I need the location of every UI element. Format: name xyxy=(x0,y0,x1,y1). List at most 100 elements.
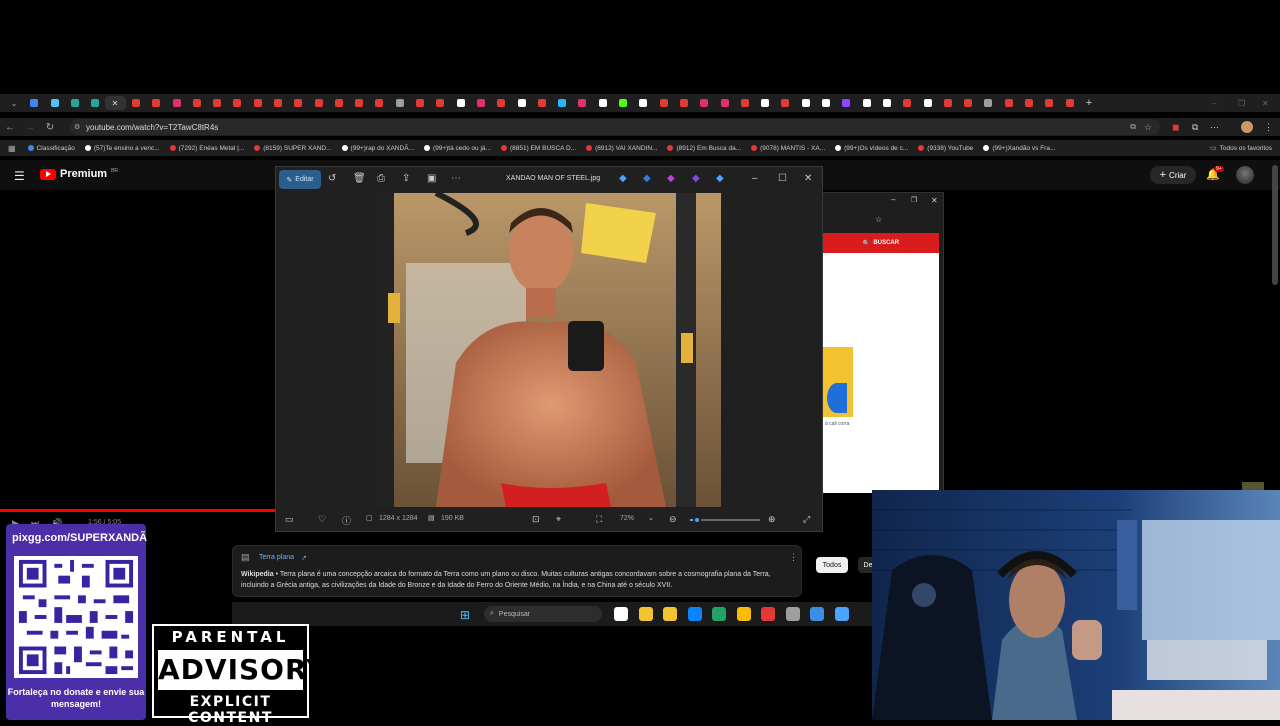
close-icon[interactable]: ✕ xyxy=(804,173,812,184)
browser-tab[interactable] xyxy=(268,96,288,110)
bookmark-item[interactable]: (8851) EM BUSCA D... xyxy=(500,145,576,152)
taskbar-app-icon[interactable] xyxy=(834,607,849,621)
taskbar-app-icon[interactable] xyxy=(736,607,751,621)
browser-tab[interactable] xyxy=(410,96,430,110)
app-icon[interactable]: ◆ xyxy=(716,173,724,184)
app-icon[interactable]: ◆ xyxy=(667,173,675,184)
taskbar-app-icon[interactable] xyxy=(638,607,653,621)
crop-icon[interactable]: ⊡ xyxy=(532,514,540,525)
taskbar-app-icon[interactable] xyxy=(810,607,824,621)
browser-tab[interactable] xyxy=(958,96,978,110)
bookmark-item[interactable]: (8159) SUPER XAND... xyxy=(254,145,332,152)
delete-icon[interactable]: 🗑 xyxy=(353,173,366,184)
browser-tab[interactable] xyxy=(999,96,1019,110)
bookmark-item[interactable]: Classificação xyxy=(27,145,75,152)
browser-tab[interactable] xyxy=(856,96,876,110)
minimize-icon[interactable]: – xyxy=(891,195,895,204)
new-tab-plus-icon[interactable]: + xyxy=(1086,97,1092,109)
more-icon[interactable]: ⋯ xyxy=(451,173,461,184)
browser-tab[interactable] xyxy=(917,96,937,110)
profile-menu-button[interactable]: ⋯ xyxy=(1210,122,1219,133)
more-options-icon[interactable]: ⋮ xyxy=(789,552,798,563)
browser-tab[interactable] xyxy=(1019,96,1039,110)
browser-tab[interactable] xyxy=(836,96,856,110)
page-scrollbar[interactable] xyxy=(1272,165,1278,285)
browser-tab[interactable] xyxy=(897,96,917,110)
forward-icon[interactable]: → xyxy=(20,122,40,133)
bookmark-item[interactable]: (8912) VAI XANDIN... xyxy=(586,145,657,152)
snippet-title[interactable]: Terra plana xyxy=(259,554,294,561)
browser-tab[interactable] xyxy=(735,96,755,110)
browser-tab[interactable] xyxy=(45,96,65,110)
address-bar[interactable]: ⚙ youtube.com/watch?v=T2TawC8tR4s ⧉ ☆ xyxy=(70,119,1160,135)
menu-icon[interactable]: ⋮ xyxy=(1264,122,1273,133)
maximize-icon[interactable]: ☐ xyxy=(778,173,787,184)
browser-tab[interactable] xyxy=(85,96,105,110)
taskbar-app-icon[interactable] xyxy=(785,607,800,621)
browser-tab[interactable] xyxy=(65,96,85,110)
browser-tab[interactable] xyxy=(694,96,714,110)
browser-tab[interactable] xyxy=(796,96,816,110)
bookmark-item[interactable]: (8912) Em Busca da... xyxy=(667,145,741,152)
browser-tab[interactable] xyxy=(187,96,207,110)
hamburger-menu-icon[interactable]: ☰ xyxy=(14,169,25,183)
bookmark-item[interactable]: (99+)rap do XANDÃ... xyxy=(341,145,414,152)
tab-list-button[interactable]: ⌄ xyxy=(4,96,24,110)
browser-tab[interactable] xyxy=(471,96,491,110)
profile-avatar[interactable] xyxy=(1241,121,1253,133)
edit-button[interactable]: ✎ Editar xyxy=(279,170,321,189)
zoom-out-icon[interactable]: ⊖ xyxy=(669,514,677,525)
maximize-icon[interactable]: ❐ xyxy=(1238,99,1245,108)
product-image[interactable] xyxy=(823,347,853,417)
browser-tab[interactable] xyxy=(978,96,998,110)
browser-tab[interactable] xyxy=(654,96,674,110)
browser-tab[interactable] xyxy=(126,96,146,110)
browser-tab[interactable] xyxy=(390,96,410,110)
browser-tab[interactable] xyxy=(633,96,653,110)
chevron-down-icon[interactable]: ⌄ xyxy=(648,514,654,522)
install-icon[interactable]: ⧉ xyxy=(1130,122,1136,132)
taskbar-app-icon[interactable] xyxy=(663,607,677,621)
bookmark-item[interactable]: (99+)Xandão vs Fra... xyxy=(983,145,1055,152)
browser-tab[interactable] xyxy=(511,96,531,110)
bookmark-item[interactable]: (9078) MANTIS - XA... xyxy=(751,145,825,152)
browser-tab[interactable] xyxy=(938,96,958,110)
browser-tab[interactable] xyxy=(288,96,308,110)
browser-tab[interactable] xyxy=(572,96,592,110)
site-info-icon[interactable]: ⚙ xyxy=(74,123,80,131)
browser-tab[interactable] xyxy=(308,96,328,110)
print-icon[interactable]: ⎙ xyxy=(377,173,385,184)
browser-tab[interactable] xyxy=(248,96,268,110)
browser-tab[interactable] xyxy=(227,96,247,110)
browser-tab[interactable] xyxy=(816,96,836,110)
zoom-slider[interactable] xyxy=(690,516,760,524)
minimize-icon[interactable]: – xyxy=(752,173,758,184)
browser-tab[interactable] xyxy=(613,96,633,110)
all-bookmarks-button[interactable]: ▭ Todos os favoritos xyxy=(1205,140,1272,156)
video-progress-bar[interactable] xyxy=(0,509,275,512)
extension-icon[interactable]: ⧉ xyxy=(1192,122,1198,133)
account-avatar[interactable] xyxy=(1236,166,1254,184)
zoom-slider-handle[interactable] xyxy=(693,516,701,524)
browser-tab[interactable]: ✕ xyxy=(105,96,126,110)
browser-tab[interactable] xyxy=(430,96,450,110)
extension-icon[interactable]: ◼ xyxy=(1172,122,1179,133)
browser-tab[interactable] xyxy=(532,96,552,110)
search-button[interactable]: 🔍 BUSCAR xyxy=(823,233,939,253)
app-icon[interactable]: ◆ xyxy=(643,173,651,184)
browser-tab[interactable] xyxy=(714,96,734,110)
bookmark-item[interactable]: (9338) YouTube xyxy=(918,145,973,152)
bookmark-star-icon[interactable]: ☆ xyxy=(1144,122,1152,133)
full-screen-icon[interactable]: ⤢ xyxy=(803,514,810,525)
browser-tab[interactable] xyxy=(24,96,44,110)
apps-icon[interactable]: ▦ xyxy=(8,144,16,153)
taskbar-app-icon[interactable] xyxy=(761,607,775,621)
taskbar-app-icon[interactable] xyxy=(687,607,702,621)
browser-tab[interactable] xyxy=(775,96,795,110)
app-icon[interactable]: ◆ xyxy=(692,173,700,184)
copilot-icon[interactable]: ◆ xyxy=(619,173,627,184)
taskbar-app-icon[interactable] xyxy=(712,607,726,621)
browser-tab[interactable] xyxy=(349,96,369,110)
browser-tab[interactable] xyxy=(593,96,613,110)
browser-tab[interactable] xyxy=(1059,96,1079,110)
